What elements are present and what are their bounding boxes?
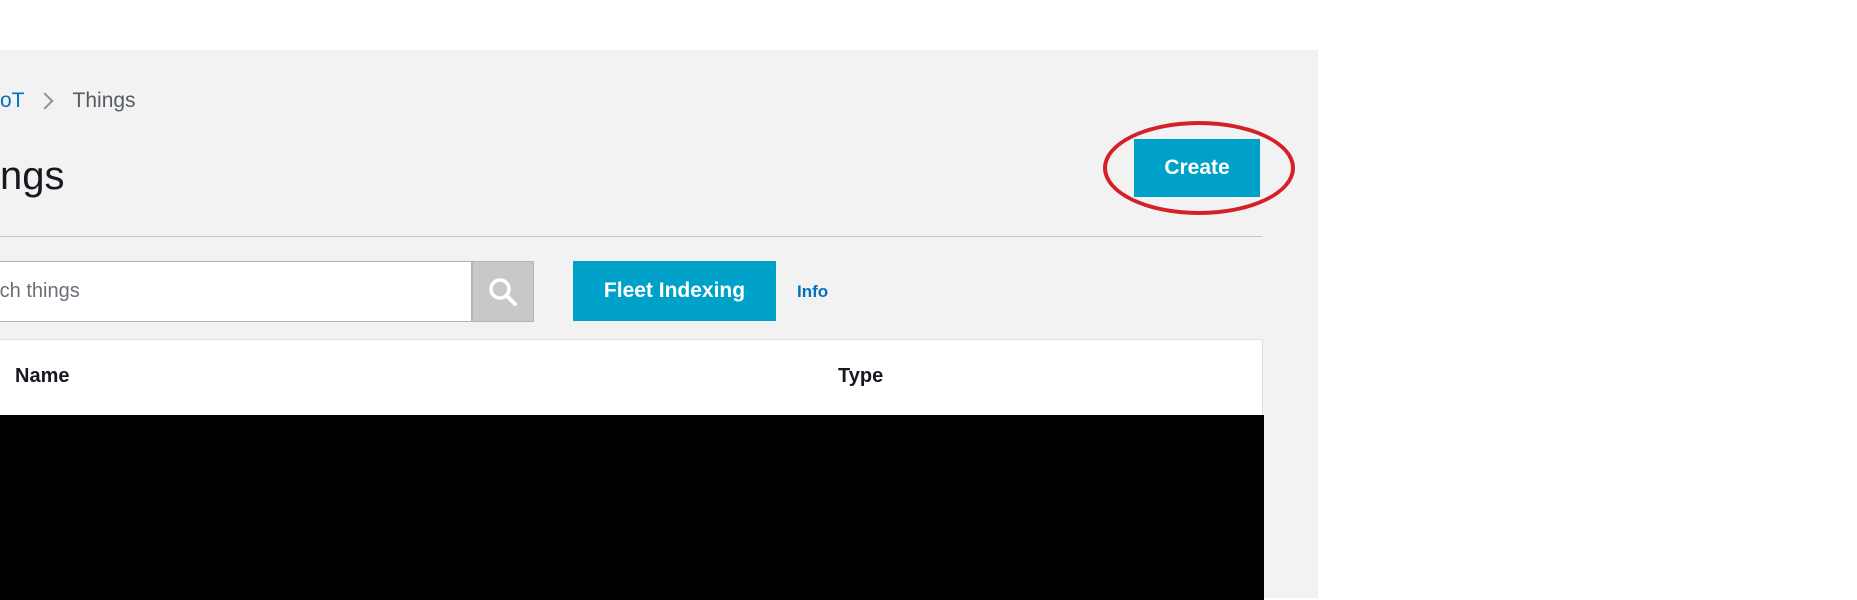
breadcrumb: oT Things: [0, 89, 136, 113]
column-header-name[interactable]: Name: [15, 365, 69, 388]
create-button[interactable]: Create: [1134, 139, 1260, 197]
chevron-right-icon: [36, 92, 54, 110]
search-button[interactable]: [472, 261, 534, 322]
breadcrumb-current: Things: [72, 89, 136, 112]
breadcrumb-link-iot[interactable]: oT: [0, 89, 25, 113]
header-divider: [0, 236, 1262, 237]
things-table: Name Type: [0, 339, 1264, 600]
search-input[interactable]: [0, 261, 472, 322]
redacted-rows: [0, 415, 1264, 600]
info-link[interactable]: Info: [797, 282, 828, 302]
search-icon: [489, 277, 517, 306]
fleet-indexing-button[interactable]: Fleet Indexing: [573, 261, 776, 321]
page-title: ngs: [0, 154, 65, 198]
column-header-type[interactable]: Type: [838, 365, 883, 388]
